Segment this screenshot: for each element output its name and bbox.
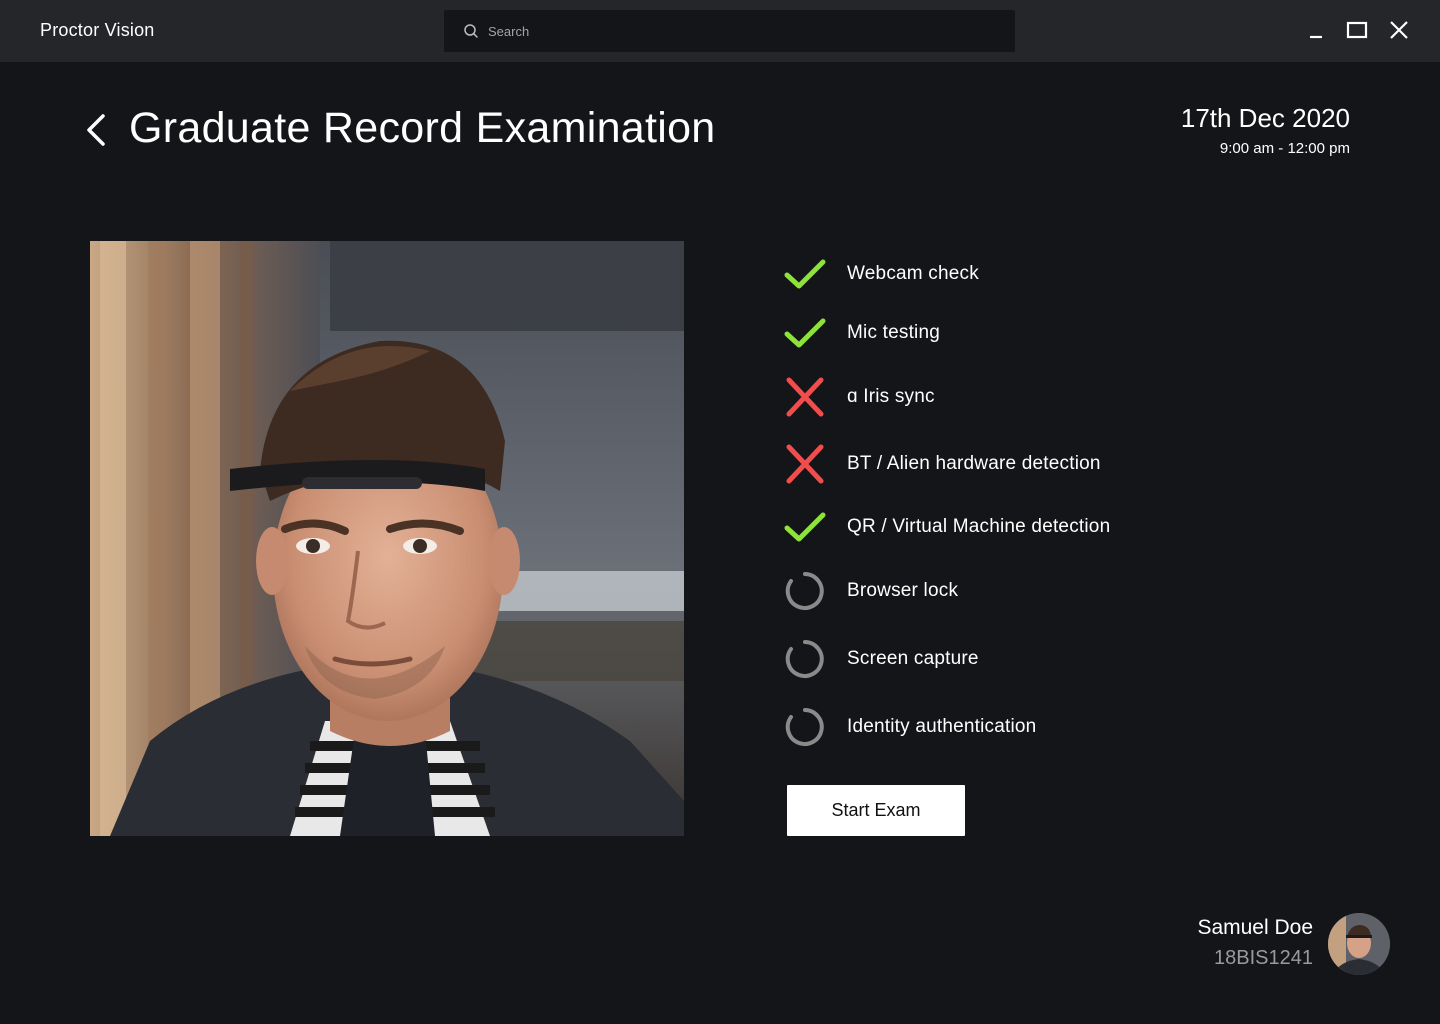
check-label: Screen capture — [847, 648, 979, 669]
check-icon — [784, 259, 826, 289]
user-name: Samuel Doe — [1197, 916, 1313, 939]
webcam-feed-image — [90, 241, 684, 836]
check-item-browser-lock: Browser lock — [784, 571, 1344, 611]
title-bar: Proctor Vision — [0, 0, 1440, 62]
chevron-left-icon[interactable] — [82, 112, 112, 148]
cross-icon — [786, 377, 824, 417]
maximize-icon[interactable] — [1345, 18, 1369, 42]
check-label: ɑ Iris sync — [847, 386, 935, 407]
check-item-screen-capture: Screen capture — [784, 639, 1344, 679]
check-label: Mic testing — [847, 322, 941, 343]
exam-date: 17th Dec 2020 — [1180, 103, 1350, 133]
minimize-icon[interactable] — [1304, 18, 1328, 42]
check-item-webcam: Webcam check — [784, 254, 1344, 294]
search-box[interactable] — [444, 10, 1015, 52]
search-icon — [464, 24, 478, 38]
start-exam-button[interactable]: Start Exam — [787, 785, 965, 836]
loading-spinner-icon — [785, 640, 824, 678]
check-icon — [784, 318, 826, 348]
user-avatar-image[interactable] — [1328, 913, 1390, 975]
check-item-mic: Mic testing — [784, 313, 1344, 353]
close-icon[interactable] — [1387, 18, 1411, 42]
exam-time: 9:00 am - 12:00 pm — [1219, 140, 1350, 157]
check-label: Browser lock — [847, 580, 959, 601]
app-window: Proctor Vision Graduate Record Examinati… — [0, 0, 1440, 1024]
cross-icon — [786, 444, 824, 484]
app-title: Proctor Vision — [40, 20, 155, 40]
check-item-bt-hardware: BT / Alien hardware detection — [784, 444, 1344, 484]
check-item-qr-vm: QR / Virtual Machine detection — [784, 507, 1344, 547]
loading-spinner-icon — [785, 572, 824, 610]
check-label: QR / Virtual Machine detection — [847, 516, 1111, 537]
check-label: Identity authentication — [847, 716, 1037, 737]
check-label: Webcam check — [847, 263, 979, 284]
user-id: 18BIS1241 — [1214, 947, 1313, 969]
check-item-iris-sync: ɑ Iris sync — [784, 377, 1344, 417]
check-item-identity-auth: Identity authentication — [784, 707, 1344, 747]
loading-spinner-icon — [785, 708, 824, 746]
check-icon — [784, 512, 826, 542]
page-title: Graduate Record Examination — [129, 104, 716, 152]
search-input[interactable] — [488, 10, 998, 52]
check-label: BT / Alien hardware detection — [847, 453, 1101, 474]
